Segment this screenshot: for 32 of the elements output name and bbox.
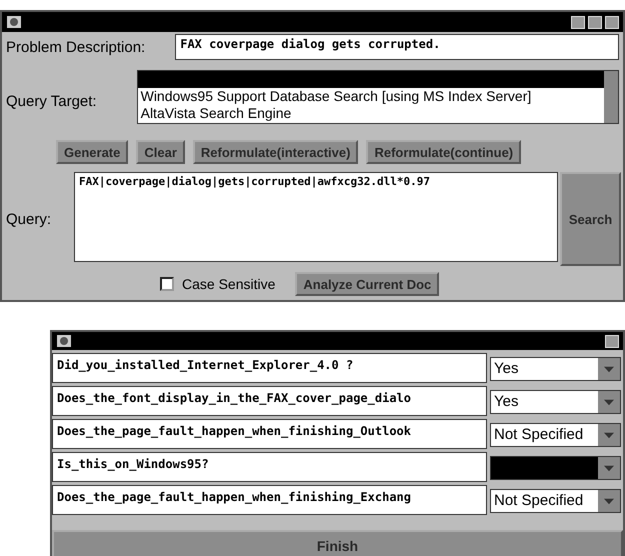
question-field[interactable]: Does_the_font_display_in_the_FAX_cover_page_dialo bbox=[52, 386, 487, 416]
finish-button[interactable]: Finish bbox=[52, 530, 623, 556]
close-button[interactable] bbox=[605, 334, 619, 348]
action-button[interactable]: Reformulate(interactive) bbox=[192, 140, 358, 164]
checkbox-label: Case Sensitive bbox=[182, 276, 276, 292]
app-icon bbox=[56, 334, 72, 348]
checkbox[interactable] bbox=[160, 277, 174, 291]
field-label: Query Target: bbox=[6, 93, 97, 110]
answer-dropdown[interactable]: Not Specified bbox=[490, 489, 621, 513]
app-icon bbox=[6, 15, 22, 29]
scrollbar[interactable] bbox=[604, 71, 618, 123]
question-field[interactable]: Is_this_on_Windows95? bbox=[52, 452, 487, 482]
question-field[interactable]: Did_you_installed_Internet_Explorer_4.0 ? bbox=[52, 353, 487, 383]
close-button[interactable] bbox=[605, 16, 619, 28]
search-button[interactable]: Search bbox=[560, 172, 621, 266]
problem-description-field[interactable]: FAX coverpage dialog gets corrupted. bbox=[175, 34, 619, 60]
query-field[interactable]: FAX|coverpage|dialog|gets|corrupted|awfxcg32.dll*0.97 bbox=[74, 172, 558, 262]
field-label: Query: bbox=[6, 210, 52, 228]
field-label: Problem Description: bbox=[6, 38, 146, 56]
query-target-list[interactable]: Windows95 Support Database Search [using MS Index Server] AltaVista Search Engine bbox=[136, 70, 619, 124]
action-button[interactable]: Reformulate(continue) bbox=[366, 140, 522, 164]
action-button[interactable]: Clear bbox=[136, 140, 185, 164]
answer-dropdown[interactable]: Not Specified bbox=[490, 423, 621, 447]
question-field[interactable]: Does_the_page_fault_happen_when_finishing_Outlook bbox=[52, 419, 487, 449]
question-field[interactable]: Does_the_page_fault_happen_when_finishing_Exchang bbox=[52, 485, 487, 515]
minimize-button[interactable] bbox=[571, 16, 585, 28]
answer-dropdown[interactable] bbox=[490, 456, 621, 480]
maximize-button[interactable] bbox=[588, 16, 602, 28]
analyze-button[interactable]: Analyze Current Doc bbox=[295, 272, 440, 296]
answer-dropdown[interactable]: Yes bbox=[490, 390, 621, 414]
action-button[interactable]: Generate bbox=[56, 140, 128, 164]
answer-dropdown[interactable]: Yes bbox=[490, 357, 621, 381]
